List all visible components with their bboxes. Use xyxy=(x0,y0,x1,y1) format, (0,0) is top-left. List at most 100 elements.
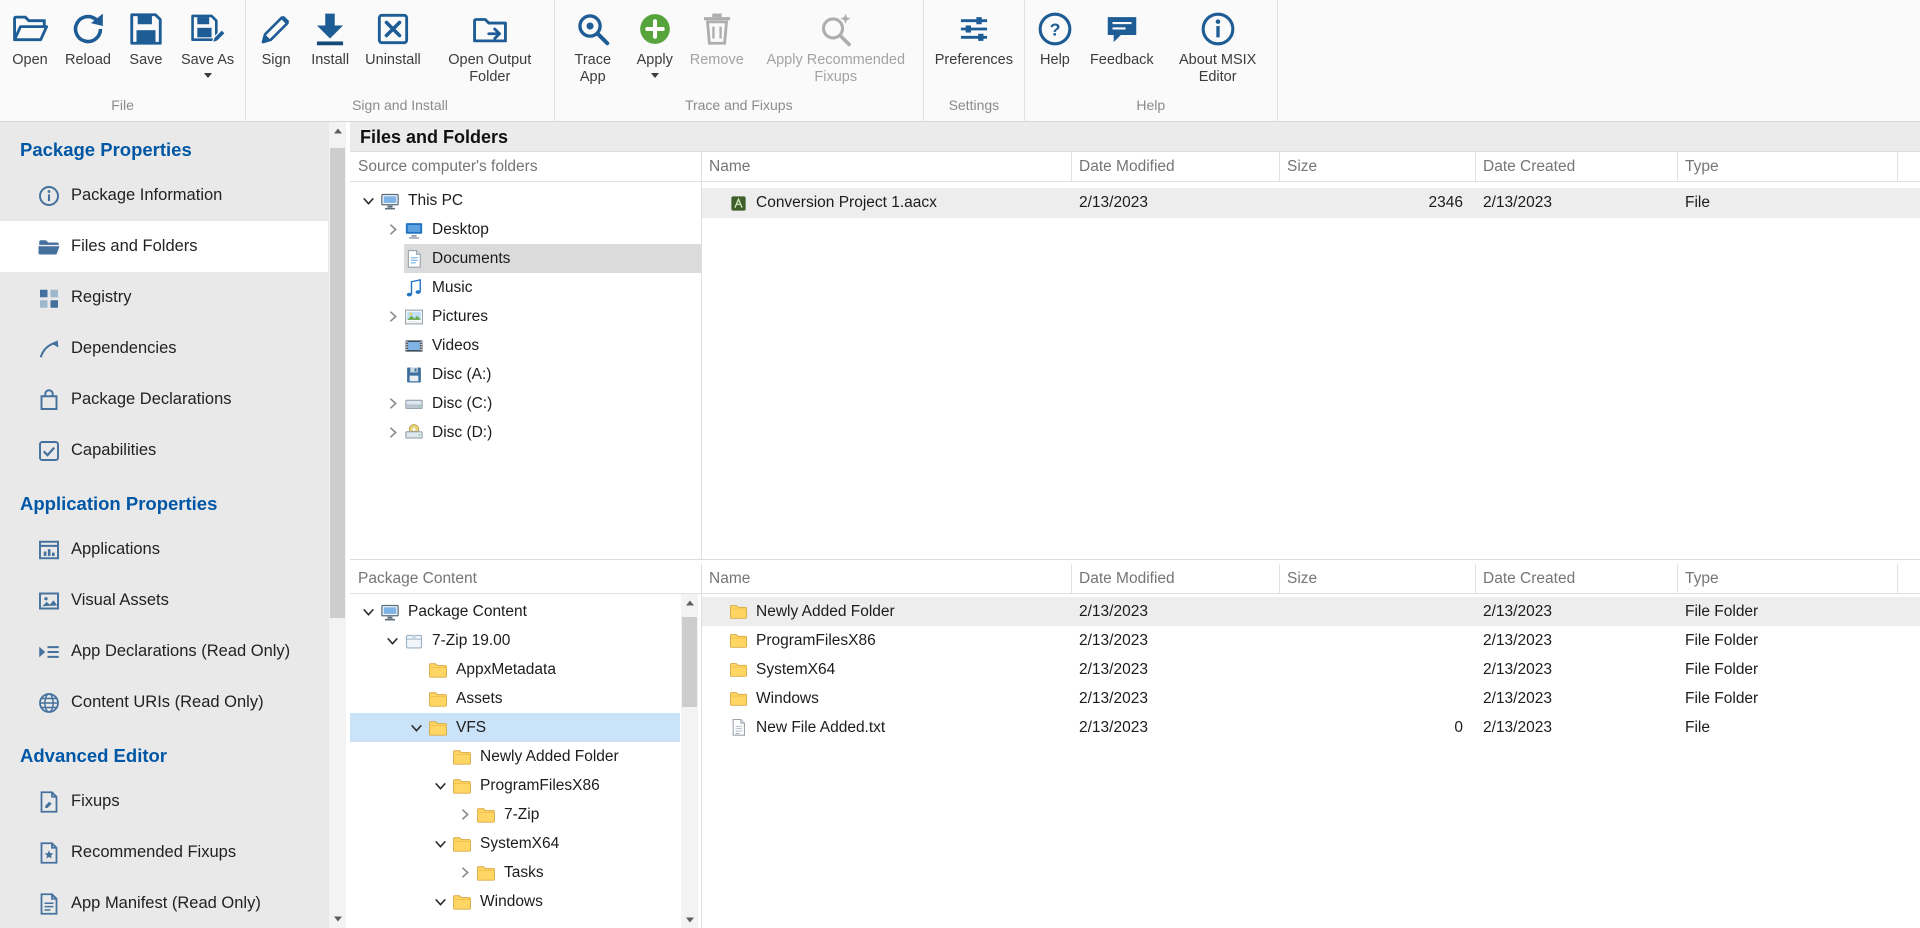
chevron-down-icon[interactable] xyxy=(428,834,452,854)
scroll-down-arrow-icon[interactable] xyxy=(329,910,346,928)
tree-item-assets[interactable]: Assets xyxy=(350,684,680,713)
sidebar-scrollbar[interactable] xyxy=(328,122,346,928)
tree-item-disc-a[interactable]: Disc (A:) xyxy=(350,360,701,389)
column-header-name[interactable]: Name xyxy=(702,564,1072,593)
tree-item-windows[interactable]: Windows xyxy=(350,887,680,916)
tree-item-videos[interactable]: Videos xyxy=(350,331,701,360)
file-row-newly-added-folder[interactable]: Newly Added Folder2/13/20232/13/2023File… xyxy=(702,597,1920,626)
tree-item-7-zip[interactable]: 7-Zip xyxy=(350,800,680,829)
column-header-type[interactable]: Type xyxy=(1678,152,1898,181)
sidebar-scrollbar-track[interactable] xyxy=(329,140,346,910)
toolbar-button-open[interactable]: Open xyxy=(3,8,57,71)
file-row-windows[interactable]: Windows2/13/20232/13/2023File Folder xyxy=(702,684,1920,713)
file-row-conversion-project-1-aacx[interactable]: Conversion Project 1.aacx2/13/202323462/… xyxy=(702,188,1920,218)
toolbar-button-uninstall[interactable]: Uninstall xyxy=(357,8,429,71)
chevron-right-icon[interactable] xyxy=(452,805,476,825)
tree-item-this-pc[interactable]: This PC xyxy=(350,186,701,215)
sidebar-scrollbar-thumb[interactable] xyxy=(330,148,345,618)
chevron-right-icon[interactable] xyxy=(452,863,476,883)
chevron-right-icon[interactable] xyxy=(380,394,404,414)
toolbar-button-sign[interactable]: Sign xyxy=(249,8,303,71)
package-tree-scrollbar-thumb[interactable] xyxy=(682,617,697,707)
toolbar-group-label: Sign and Install xyxy=(249,95,551,121)
column-header-date-modified[interactable]: Date Modified xyxy=(1072,152,1280,181)
tree-item-content: Newly Added Folder xyxy=(452,742,680,771)
date-created-cell: 2/13/2023 xyxy=(1476,713,1678,742)
column-header-size[interactable]: Size xyxy=(1280,152,1476,181)
tree-item-label: VFS xyxy=(456,719,486,737)
sidebar-item-dependencies[interactable]: Dependencies xyxy=(0,323,328,374)
tree-item-music[interactable]: Music xyxy=(350,273,701,302)
date-modified-cell: 2/13/2023 xyxy=(1072,684,1280,713)
sidebar-item-fixups[interactable]: Fixups xyxy=(0,776,328,827)
chevron-down-icon[interactable] xyxy=(356,191,380,211)
sidebar-item-visual-assets[interactable]: Visual Assets xyxy=(0,575,328,626)
chevron-right-icon[interactable] xyxy=(380,220,404,240)
tree-item-package-content[interactable]: Package Content xyxy=(350,597,680,626)
sidebar-item-app-declarations-read-only[interactable]: App Declarations (Read Only) xyxy=(0,626,328,677)
tree-item-7-zip-19-00[interactable]: 7-Zip 19.00 xyxy=(350,626,680,655)
package-tree-scrollbar-track[interactable] xyxy=(681,611,698,911)
tree-item-label: SystemX64 xyxy=(480,835,559,853)
toolbar-button-install[interactable]: Install xyxy=(303,8,357,71)
tree-item-newly-added-folder[interactable]: Newly Added Folder xyxy=(350,742,680,771)
file-name-label: Newly Added Folder xyxy=(756,603,895,621)
sidebar-item-capabilities[interactable]: Capabilities xyxy=(0,425,328,476)
sidebar-item-package-declarations[interactable]: Package Declarations xyxy=(0,374,328,425)
chevron-down-icon[interactable] xyxy=(356,602,380,622)
toolbar-button-trace-app[interactable]: Trace App xyxy=(558,8,628,88)
column-header-name[interactable]: Name xyxy=(702,152,1072,181)
file-row-programfilesx86[interactable]: ProgramFilesX862/13/20232/13/2023File Fo… xyxy=(702,626,1920,655)
tree-item-systemx64[interactable]: SystemX64 xyxy=(350,829,680,858)
tree-item-programfilesx86[interactable]: ProgramFilesX86 xyxy=(350,771,680,800)
chevron-down-icon[interactable] xyxy=(380,631,404,651)
toolbar-button-open-output-folder[interactable]: Open Output Folder xyxy=(429,8,551,88)
sidebar-item-label: App Declarations (Read Only) xyxy=(71,642,290,661)
scroll-up-arrow-icon[interactable] xyxy=(329,122,346,140)
package-icon xyxy=(404,631,424,651)
scroll-down-arrow-icon[interactable] xyxy=(681,911,698,928)
column-header-type[interactable]: Type xyxy=(1678,564,1898,593)
toolbar-button-save[interactable]: Save xyxy=(119,8,173,71)
tree-item-pictures[interactable]: Pictures xyxy=(350,302,701,331)
scroll-up-arrow-icon[interactable] xyxy=(681,594,698,611)
file-row-systemx64[interactable]: SystemX642/13/20232/13/2023File Folder xyxy=(702,655,1920,684)
chevron-right-icon[interactable] xyxy=(380,307,404,327)
tree-item-disc-d[interactable]: Disc (D:) xyxy=(350,418,701,447)
toolbar-button-help[interactable]: ?Help xyxy=(1028,8,1082,71)
tree-item-disc-c[interactable]: Disc (C:) xyxy=(350,389,701,418)
sidebar-item-registry[interactable]: Registry xyxy=(0,272,328,323)
toolbar-button-label: Apply Recommended Fixups xyxy=(760,52,912,86)
toolbar-button-about-msix-editor[interactable]: About MSIX Editor xyxy=(1162,8,1274,88)
tree-item-desktop[interactable]: Desktop xyxy=(350,215,701,244)
sidebar-item-files-and-folders[interactable]: Files and Folders xyxy=(0,221,328,272)
package-tree-scrollbar[interactable] xyxy=(681,594,698,928)
tree-item-appxmetadata[interactable]: AppxMetadata xyxy=(350,655,680,684)
column-header-date-created[interactable]: Date Created xyxy=(1476,564,1678,593)
column-header-date-created[interactable]: Date Created xyxy=(1476,152,1678,181)
toolbar-button-reload[interactable]: Reload xyxy=(57,8,119,71)
tree-item-vfs[interactable]: VFS xyxy=(350,713,680,742)
chevron-down-icon[interactable] xyxy=(404,718,428,738)
sidebar-item-recommended-fixups[interactable]: Recommended Fixups xyxy=(0,827,328,878)
chevron-right-icon[interactable] xyxy=(380,423,404,443)
tree-item-documents[interactable]: Documents xyxy=(350,244,701,273)
chevron-down-icon[interactable] xyxy=(428,892,452,912)
toolbar-button-apply[interactable]: Apply xyxy=(628,8,682,80)
tree-item-label: AppxMetadata xyxy=(456,661,556,679)
toolbar-button-feedback[interactable]: Feedback xyxy=(1082,8,1162,71)
toolbar-button-save-as[interactable]: Save As xyxy=(173,8,242,80)
toolbar-button-remove: Remove xyxy=(682,8,752,71)
column-header-size[interactable]: Size xyxy=(1280,564,1476,593)
sidebar-item-content-uris-read-only[interactable]: Content URIs (Read Only) xyxy=(0,677,328,728)
tree-item-tasks[interactable]: Tasks xyxy=(350,858,680,887)
chevron-down-icon[interactable] xyxy=(428,776,452,796)
column-header-date-modified[interactable]: Date Modified xyxy=(1072,564,1280,593)
sidebar-item-app-manifest-read-only[interactable]: App Manifest (Read Only) xyxy=(0,878,328,928)
tree-item-content: Desktop xyxy=(404,215,701,244)
sidebar-item-applications[interactable]: Applications xyxy=(0,524,328,575)
file-row-new-file-added-txt[interactable]: New File Added.txt2/13/202302/13/2023Fil… xyxy=(702,713,1920,742)
toolbar-button-label: Install xyxy=(311,52,349,69)
sidebar-item-package-information[interactable]: Package Information xyxy=(0,170,328,221)
toolbar-button-preferences[interactable]: Preferences xyxy=(927,8,1021,71)
